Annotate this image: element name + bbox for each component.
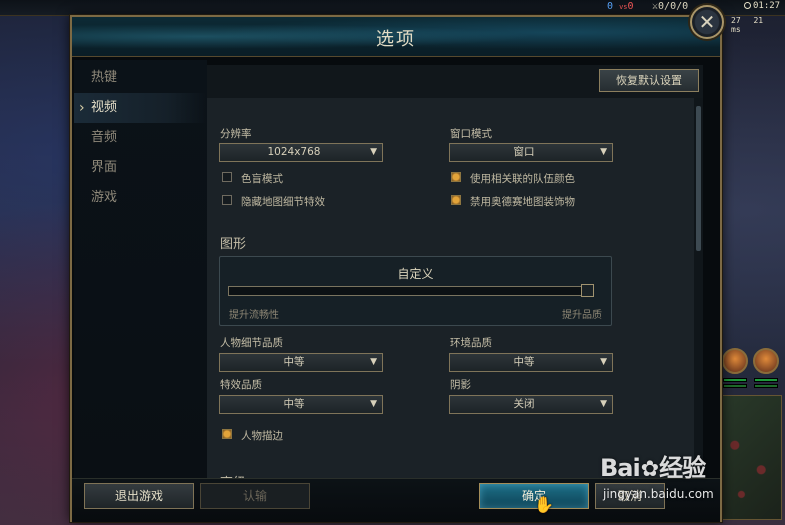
sidebar-item-game[interactable]: 游戏 <box>74 183 207 213</box>
character-outline-checkbox[interactable] <box>222 429 232 439</box>
baidu-logo: Bai✿经验 <box>600 454 706 482</box>
colorblind-mode-checkbox[interactable] <box>222 172 232 182</box>
panel-scrollbar[interactable] <box>694 98 703 479</box>
cs-count: 27 <box>731 16 741 25</box>
resolution-select[interactable]: 1024x768 ▼ <box>219 143 383 162</box>
gauntlet-cursor-icon: ✋ <box>534 495 554 514</box>
baidu-watermark: Bai✿经验 jingyan.baidu.com <box>600 436 785 516</box>
effects-quality-select[interactable]: 中等 ▼ <box>219 395 383 414</box>
dialog-header: 选项 <box>72 17 720 57</box>
sidebar-item-label: 热键 <box>91 70 118 85</box>
ally-portrait[interactable] <box>722 348 748 374</box>
surrender-button[interactable]: 认输 <box>200 483 310 509</box>
graphics-quality-box: 自定义 提升流畅性 提升品质 <box>219 256 612 326</box>
sidebar-item-interface[interactable]: 界面 <box>74 153 207 183</box>
chevron-down-icon: ▼ <box>370 357 377 367</box>
restore-defaults-button[interactable]: 恢复默认设置 <box>599 69 699 92</box>
scrollbar-thumb[interactable] <box>696 106 701 251</box>
mana-bar <box>723 384 747 388</box>
chevron-down-icon: ▼ <box>370 147 377 157</box>
sidebar-item-video[interactable]: 视频 <box>74 93 207 123</box>
exit-game-button[interactable]: 退出游戏 <box>84 483 194 509</box>
ally-portraits <box>720 348 782 390</box>
chevron-down-icon: ▼ <box>600 399 607 409</box>
health-bar <box>754 378 778 382</box>
video-settings-panel: 恢复默认设置 分辨率 1024x768 ▼ 窗口模式 窗口 ▼ 色盲模式 隐藏地… <box>207 65 703 479</box>
character-quality-label: 人物细节品质 <box>220 337 283 349</box>
hide-map-effects-checkbox[interactable] <box>222 195 232 205</box>
slider-min-label: 提升流畅性 <box>229 310 279 321</box>
graphics-section-title: 图形 <box>220 237 247 252</box>
window-mode-label: 窗口模式 <box>450 128 492 140</box>
hud-stats: 27 21 ms <box>731 16 785 34</box>
character-quality-select[interactable]: 中等 ▼ <box>219 353 383 372</box>
environment-quality-select[interactable]: 中等 ▼ <box>449 353 613 372</box>
dialog-title: 选项 <box>376 29 416 50</box>
game-timer: 01:27 <box>744 1 780 11</box>
ally-portrait[interactable] <box>753 348 779 374</box>
shadows-select[interactable]: 关闭 ▼ <box>449 395 613 414</box>
chevron-down-icon: ▼ <box>370 399 377 409</box>
sidebar-item-label: 视频 <box>91 100 118 115</box>
sidebar-item-hotkeys[interactable]: 热键 <box>74 63 207 93</box>
effects-quality-label: 特效品质 <box>220 379 262 391</box>
watermark-url: jingyan.baidu.com <box>603 487 714 501</box>
close-dialog-button[interactable]: ✕ <box>690 5 724 39</box>
clock-icon <box>744 2 751 9</box>
disable-odyssey-decor-checkbox[interactable] <box>451 195 461 205</box>
team-score: 0 vs0 <box>607 1 634 12</box>
shadows-label: 阴影 <box>450 379 471 391</box>
chevron-down-icon: ▼ <box>600 147 607 157</box>
sidebar-item-label: 游戏 <box>91 190 118 205</box>
window-mode-select[interactable]: 窗口 ▼ <box>449 143 613 162</box>
environment-quality-label: 环境品质 <box>450 337 492 349</box>
paw-icon: ✿ <box>640 457 659 482</box>
kda-readout: ⚔0/0/0 <box>652 1 689 12</box>
slider-max-label: 提升品质 <box>562 310 602 321</box>
options-sidebar: 热键 视频 音频 界面 游戏 <box>74 60 207 478</box>
sidebar-item-label: 音频 <box>91 130 118 145</box>
close-icon: ✕ <box>698 10 716 34</box>
sidebar-item-label: 界面 <box>91 160 118 175</box>
team-colors-checkbox[interactable] <box>451 172 461 182</box>
graphics-preset-label: 自定义 <box>397 267 434 281</box>
chevron-down-icon: ▼ <box>600 357 607 367</box>
graphics-slider-track[interactable] <box>228 286 594 296</box>
graphics-slider-handle[interactable] <box>581 284 594 297</box>
panel-toolbar: 恢复默认设置 <box>207 65 703 98</box>
game-hud-top-bar: 0 vs0 ⚔0/0/0 01:27 <box>0 0 785 16</box>
health-bar <box>723 378 747 382</box>
sidebar-item-sound[interactable]: 音频 <box>74 123 207 153</box>
resolution-label: 分辨率 <box>220 128 252 140</box>
mana-bar <box>754 384 778 388</box>
